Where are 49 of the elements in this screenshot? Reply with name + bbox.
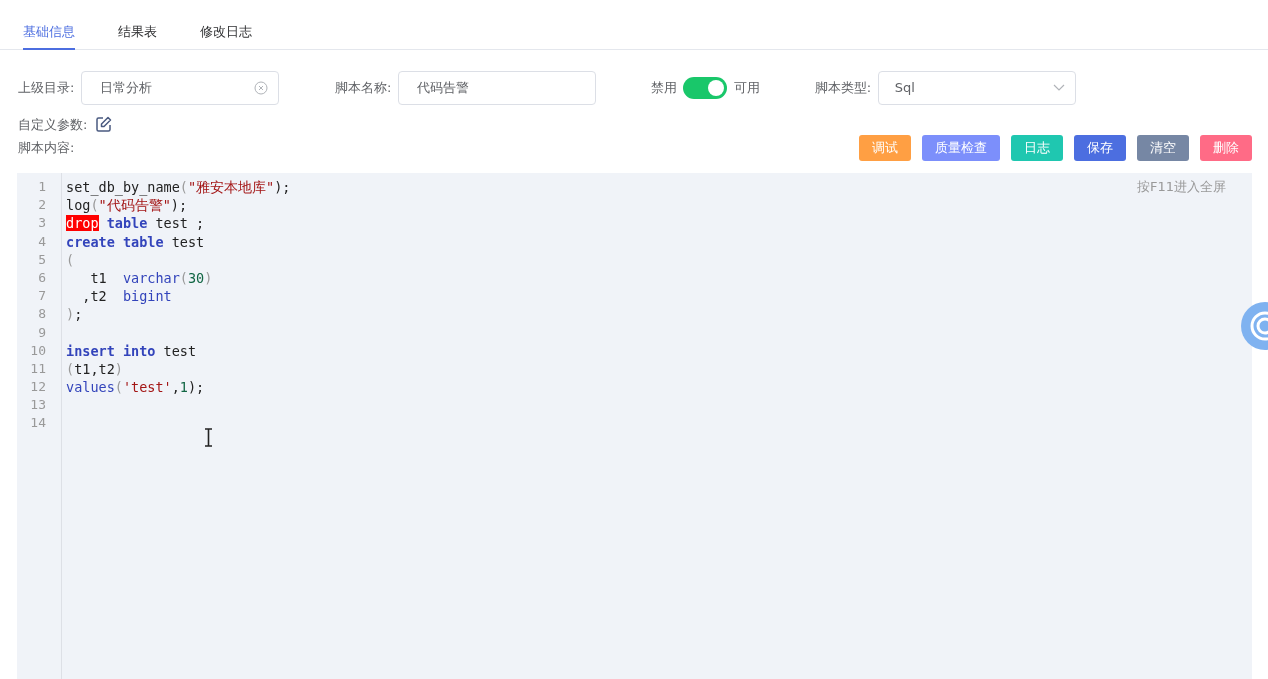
parent-directory-field[interactable]: 日常分析 xyxy=(97,77,254,99)
script-name-field[interactable]: 代码告警 xyxy=(397,71,596,105)
line-number: 13 xyxy=(29,396,47,415)
field-label: 脚本名称: xyxy=(334,79,392,98)
text-cursor-icon xyxy=(204,428,213,447)
code-line: create table test xyxy=(66,233,205,250)
clear-icon[interactable] xyxy=(253,81,268,95)
chevron-down-icon xyxy=(1052,84,1065,92)
status-toggle[interactable] xyxy=(683,77,728,99)
line-number: 1 xyxy=(37,178,47,196)
tab[interactable]: 基础信息 xyxy=(23,0,75,50)
code-line: ,t2 bigint xyxy=(81,288,172,305)
script-type-select[interactable]: Sql xyxy=(877,71,1076,105)
line-number: 12 xyxy=(29,378,47,397)
tab[interactable]: 结果表 xyxy=(118,0,157,50)
line-number: 9 xyxy=(37,323,47,342)
code-line: ); xyxy=(66,306,83,323)
line-number: 3 xyxy=(37,214,47,233)
code-line: insert into test xyxy=(66,342,197,359)
line-number: 14 xyxy=(29,414,47,433)
line-number: 5 xyxy=(37,250,47,269)
line-number: 6 xyxy=(37,268,47,287)
line-number: 11 xyxy=(29,359,47,378)
line-number: 8 xyxy=(37,305,47,324)
code-line: ( xyxy=(66,251,75,268)
field-label: 自定义参数: xyxy=(18,116,88,134)
action-button[interactable]: 清空 xyxy=(1137,134,1189,161)
toggle-label: 禁用 xyxy=(650,79,677,98)
line-number: 2 xyxy=(37,196,47,215)
script-name-field[interactable]: 代码告警 xyxy=(414,77,585,99)
field-label: 上级目录: xyxy=(18,79,75,98)
tab[interactable]: 修改日志 xyxy=(200,0,252,50)
line-number: 7 xyxy=(37,287,47,306)
code-line: log("代码告警"); xyxy=(66,197,188,214)
parent-directory-field[interactable]: 日常分析 xyxy=(80,71,279,105)
code-line: drop table test ; xyxy=(66,215,205,232)
fullscreen-hint: 按F11进入全屏 xyxy=(1136,178,1226,196)
code-line: t1 varchar(30) xyxy=(89,269,213,286)
line-number: 10 xyxy=(29,341,47,360)
field-label: 脚本内容: xyxy=(18,138,75,157)
code-line: values('test',1); xyxy=(66,379,205,396)
help-button-icon[interactable] xyxy=(1241,302,1268,350)
code-line: set_db_by_name("雅安本地库"); xyxy=(66,179,291,195)
code-line: (t1,t2) xyxy=(66,360,123,377)
edit-icon[interactable] xyxy=(95,116,113,134)
toggle-label: 可用 xyxy=(733,79,760,98)
action-button[interactable]: 保存 xyxy=(1074,134,1126,161)
line-number: 4 xyxy=(37,232,47,251)
field-label: 脚本类型: xyxy=(814,79,872,98)
